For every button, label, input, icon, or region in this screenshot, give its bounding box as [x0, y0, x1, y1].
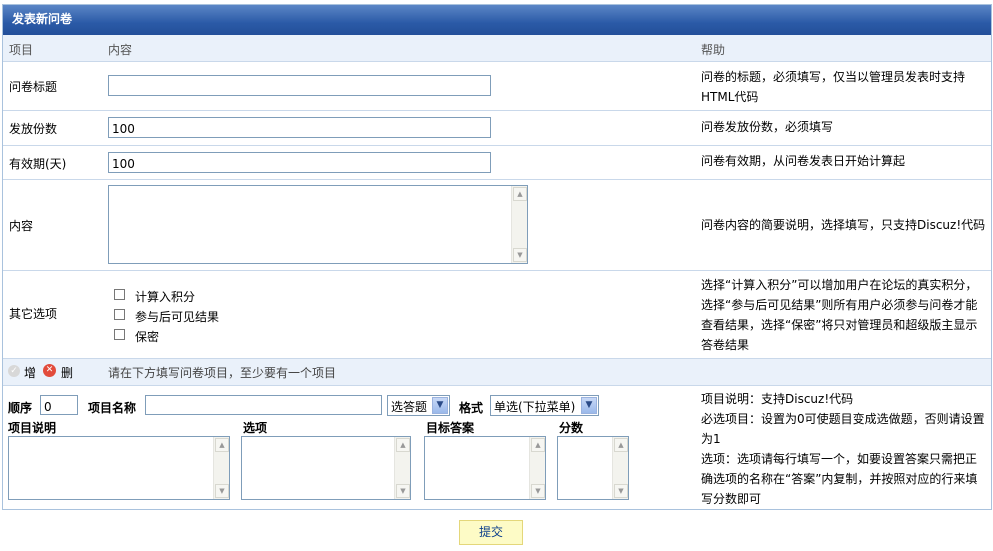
- chevron-down-icon[interactable]: ▼: [432, 397, 448, 414]
- row-divider: [3, 110, 991, 111]
- options-textarea[interactable]: ▲ ▼: [241, 436, 411, 500]
- item-name-input[interactable]: [145, 395, 382, 415]
- scrollbar[interactable]: ▲ ▼: [529, 437, 545, 499]
- add-button[interactable]: 增: [24, 364, 36, 381]
- scroll-up-icon[interactable]: ▲: [396, 438, 410, 452]
- scroll-up-icon[interactable]: ▲: [513, 187, 527, 201]
- header-help: 帮助: [701, 43, 726, 57]
- scroll-down-icon[interactable]: ▼: [396, 484, 410, 498]
- answer-textarea[interactable]: ▲ ▼: [424, 436, 546, 500]
- submit-button[interactable]: 提交: [459, 520, 523, 545]
- validity-input[interactable]: [108, 152, 491, 173]
- header-item: 项目: [9, 43, 34, 57]
- delete-button[interactable]: 删: [61, 364, 73, 381]
- other-label: 其它选项: [9, 307, 58, 321]
- item-hint: 请在下方填写问卷项目，至少要有一个项目: [108, 366, 337, 380]
- row-divider: [3, 145, 991, 146]
- item-toolbar: ✓ 增 ✕ 删 请在下方填写问卷项目，至少要有一个项目: [3, 358, 991, 386]
- scrollbar[interactable]: ▲ ▼: [394, 437, 410, 499]
- scroll-down-icon[interactable]: ▼: [531, 484, 545, 498]
- content-help: 问卷内容的简要说明，选择填写，只支持Discuz!代码: [701, 218, 986, 232]
- content-label: 内容: [9, 219, 34, 233]
- score-textarea[interactable]: ▲ ▼: [557, 436, 629, 500]
- scrollbar[interactable]: ▲ ▼: [511, 186, 527, 263]
- checkbox-visible-after-label: 参与后可见结果: [135, 310, 220, 324]
- item-help: 项目说明：支持Discuz!代码 必选项目：设置为0可使题目变成选做题，否则请设…: [701, 389, 986, 509]
- panel-title: 发表新问卷: [3, 5, 991, 35]
- scroll-up-icon[interactable]: ▲: [531, 438, 545, 452]
- scroll-up-icon[interactable]: ▲: [215, 438, 229, 452]
- checkbox-score-label: 计算入积分: [135, 290, 196, 304]
- scrollbar[interactable]: ▲ ▼: [213, 437, 229, 499]
- item-name-label: 项目名称: [88, 401, 137, 415]
- copies-label: 发放份数: [9, 122, 58, 136]
- question-type-value: 选答题: [391, 400, 428, 414]
- score-label: 分数: [559, 421, 584, 435]
- format-select[interactable]: 单选(下拉菜单) ▼: [490, 395, 599, 416]
- copies-input[interactable]: [108, 117, 491, 138]
- item-desc-textarea[interactable]: ▲ ▼: [8, 436, 230, 500]
- copies-help: 问卷发放份数，必须填写: [701, 120, 834, 134]
- chevron-down-icon[interactable]: ▼: [581, 397, 597, 414]
- item-help-line: 选项：选项请每行填写一个，如要设置答案只需把正确选项的名称在“答案”内复制，并按…: [701, 452, 978, 506]
- format-label: 格式: [459, 401, 484, 415]
- validity-help: 问卷有效期，从问卷发表日开始计算起: [701, 154, 906, 168]
- checkbox-secret-label: 保密: [135, 330, 160, 344]
- delete-icon[interactable]: ✕: [43, 364, 56, 377]
- item-help-line: 必选项目：设置为0可使题目变成选做题，否则请设置为1: [701, 412, 985, 446]
- scroll-down-icon[interactable]: ▼: [215, 484, 229, 498]
- content-textarea[interactable]: ▲ ▼: [108, 185, 528, 264]
- header-content: 内容: [108, 43, 133, 57]
- answer-label: 目标答案: [426, 421, 475, 435]
- other-help: 选择“计算入积分”可以增加用户在论坛的真实积分，选择“参与后可见结果”则所有用户…: [701, 278, 978, 352]
- checkbox-visible-after[interactable]: [114, 309, 125, 320]
- row-divider: [3, 179, 991, 180]
- order-label: 顺序: [8, 401, 33, 415]
- format-value: 单选(下拉菜单): [494, 400, 576, 414]
- title-input[interactable]: [108, 75, 491, 96]
- checkbox-secret[interactable]: [114, 329, 125, 340]
- new-survey-panel: 发表新问卷 项目 内容 帮助 问卷标题 问卷的标题，必须填写，仅当以管理员发表时…: [2, 4, 992, 510]
- question-type-select[interactable]: 选答题 ▼: [387, 395, 450, 416]
- scroll-down-icon[interactable]: ▼: [513, 248, 527, 262]
- scroll-down-icon[interactable]: ▼: [614, 484, 628, 498]
- options-label: 选项: [243, 421, 268, 435]
- validity-label: 有效期(天): [9, 157, 67, 171]
- row-divider: [3, 270, 991, 271]
- item-desc-label: 项目说明: [8, 421, 57, 435]
- scroll-up-icon[interactable]: ▲: [614, 438, 628, 452]
- item-help-line: 项目说明：支持Discuz!代码: [701, 392, 854, 406]
- scrollbar[interactable]: ▲ ▼: [612, 437, 628, 499]
- order-input[interactable]: [40, 395, 78, 415]
- checkbox-score[interactable]: [114, 289, 125, 300]
- add-icon[interactable]: ✓: [8, 365, 20, 377]
- table-header: 项目 内容 帮助: [3, 35, 991, 62]
- title-help: 问卷的标题，必须填写，仅当以管理员发表时支持HTML代码: [701, 70, 966, 104]
- title-label: 问卷标题: [9, 80, 58, 94]
